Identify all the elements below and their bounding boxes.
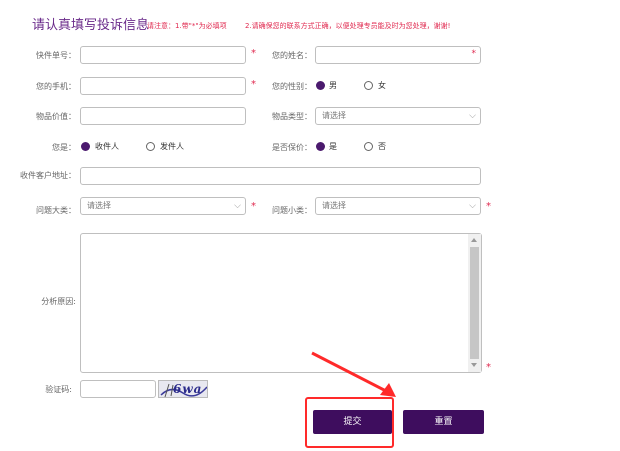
insured-label: 是否保价： — [272, 143, 312, 152]
address-input[interactable] — [80, 167, 481, 185]
item-type-label: 物品类型： — [272, 112, 312, 121]
gender-female-label: 女 — [378, 81, 386, 90]
item-value-input[interactable] — [80, 107, 246, 125]
annotation-arrow-icon — [311, 351, 396, 397]
subcategory-select[interactable]: 请选择 ⌵ — [315, 197, 481, 215]
chevron-down-icon: ⌵ — [469, 111, 476, 121]
gender-label: 您的性别： — [272, 82, 312, 91]
required-mark: * — [251, 48, 256, 59]
role-sender-label: 发件人 — [160, 142, 184, 151]
required-mark: * — [486, 362, 491, 373]
chevron-down-icon: ⌵ — [234, 201, 241, 211]
insured-no-label: 否 — [378, 142, 386, 151]
item-value-label: 物品价值： — [36, 112, 76, 121]
required-mark: * — [471, 49, 477, 59]
reason-label: 分析原因: — [41, 297, 76, 306]
required-mark: * — [251, 201, 256, 212]
captcha-text: 6wa — [173, 382, 203, 396]
contact-note: 2.请确保您的联系方式正确，以便处理专员能及时为您处理，谢谢! — [245, 22, 451, 30]
tracking-number-label: 快件单号： — [36, 51, 76, 60]
name-label: 您的姓名： — [272, 51, 312, 60]
gender-female-radio[interactable] — [364, 81, 373, 90]
phone-input[interactable] — [80, 77, 246, 95]
required-mark: * — [251, 79, 256, 90]
reason-textarea[interactable] — [80, 233, 482, 373]
role-recipient-label: 收件人 — [95, 142, 119, 151]
gender-male-label: 男 — [329, 81, 337, 90]
scroll-up-icon[interactable] — [471, 238, 477, 242]
chevron-down-icon: ⌵ — [469, 201, 476, 211]
role-label: 您是： — [52, 143, 76, 152]
role-recipient-radio[interactable] — [81, 142, 90, 151]
phone-label: 您的手机： — [36, 82, 76, 91]
scroll-thumb[interactable] — [470, 247, 479, 359]
page-title: 请认真填写投诉信息 — [32, 18, 150, 33]
item-type-select[interactable]: 请选择 ⌵ — [315, 107, 481, 125]
category-label: 问题大类： — [36, 206, 76, 215]
subcategory-label: 问题小类： — [272, 206, 312, 215]
gender-male-radio[interactable] — [316, 81, 325, 90]
address-label: 收件客户地址： — [20, 171, 76, 180]
required-note: 请注意：1.带"*"为必填项 — [147, 22, 227, 30]
insured-no-radio[interactable] — [364, 142, 373, 151]
role-sender-radio[interactable] — [146, 142, 155, 151]
insured-yes-radio[interactable] — [316, 142, 325, 151]
required-mark: * — [486, 201, 491, 212]
captcha-image[interactable]: 6wa — [158, 380, 208, 398]
insured-yes-label: 是 — [329, 142, 337, 151]
captcha-input[interactable] — [80, 380, 156, 398]
subcategory-value: 请选择 — [322, 201, 346, 210]
captcha-label: 验证码: — [45, 385, 72, 394]
reset-button[interactable]: 重置 — [403, 410, 484, 434]
name-input[interactable]: * — [315, 46, 481, 64]
item-type-value: 请选择 — [322, 111, 346, 120]
textarea-scrollbar[interactable] — [468, 234, 481, 372]
category-value: 请选择 — [87, 201, 111, 210]
category-select[interactable]: 请选择 ⌵ — [80, 197, 246, 215]
tracking-number-input[interactable] — [80, 46, 246, 64]
scroll-down-icon[interactable] — [471, 363, 477, 367]
